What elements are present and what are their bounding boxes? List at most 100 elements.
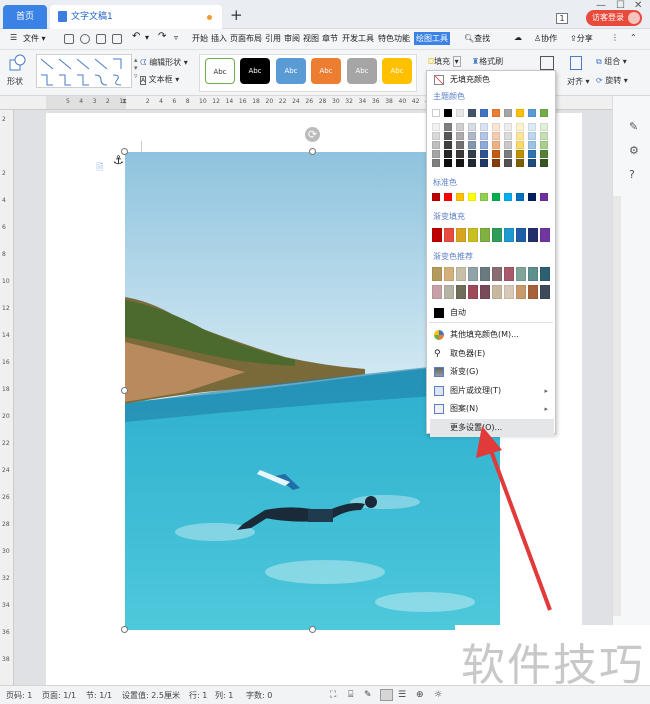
collab-button[interactable]: ♙协作 — [534, 33, 557, 44]
gradient-recommend-swatch[interactable] — [528, 285, 538, 299]
align-icon[interactable] — [570, 56, 582, 70]
shape-icon[interactable] — [8, 54, 28, 72]
menu-insert[interactable]: 插入 — [211, 33, 227, 44]
theme-shade-swatch[interactable] — [504, 150, 512, 158]
theme-shade-swatch[interactable] — [456, 141, 464, 149]
theme-shade-swatch[interactable] — [504, 141, 512, 149]
gradient-recommend-swatch[interactable] — [516, 267, 526, 281]
theme-shade-swatch[interactable] — [456, 159, 464, 167]
theme-shade-swatch[interactable] — [480, 132, 488, 140]
theme-shade-swatch[interactable] — [432, 141, 440, 149]
theme-shade-swatch[interactable] — [492, 150, 500, 158]
menu-section[interactable]: 章节 — [322, 33, 338, 44]
standard-color-swatch[interactable] — [504, 193, 512, 201]
no-fill-item[interactable]: 无填充颜色 — [430, 71, 554, 89]
menu-special[interactable]: 特色功能 — [378, 33, 410, 44]
style-sample-6[interactable]: Abc — [382, 58, 412, 84]
print-preview-icon[interactable] — [112, 34, 122, 44]
gradient-recommend-swatch[interactable] — [504, 267, 514, 281]
gradient-recommend-swatch[interactable] — [528, 267, 538, 281]
gradient-recommend-swatch[interactable] — [492, 267, 502, 281]
gradient-recommend-swatch[interactable] — [444, 267, 454, 281]
gradient-fill-swatch[interactable] — [516, 228, 526, 242]
menu-item-5[interactable]: 图案(N) ▸ — [430, 400, 554, 418]
theme-shade-swatch[interactable] — [504, 123, 512, 131]
gradient-fill-swatch[interactable] — [456, 228, 466, 242]
theme-shade-swatch[interactable] — [468, 159, 476, 167]
auto-color-item[interactable]: 自动 — [430, 304, 554, 322]
theme-shade-swatch[interactable] — [468, 141, 476, 149]
theme-color-swatch[interactable] — [456, 109, 464, 117]
export-pdf-icon[interactable] — [80, 34, 90, 44]
style-sample-1[interactable]: Abc — [205, 58, 235, 84]
cloud-icon[interactable]: ☁ — [514, 33, 522, 42]
status-words[interactable]: 字数: 0 — [246, 690, 272, 701]
redo-icon[interactable]: ↷ — [158, 31, 166, 42]
web-view-icon[interactable]: ⊕ — [416, 690, 424, 700]
theme-shade-swatch[interactable] — [432, 159, 440, 167]
gradient-recommend-swatch[interactable] — [480, 285, 490, 299]
theme-shade-swatch[interactable] — [528, 132, 536, 140]
gradient-recommend-swatch[interactable] — [540, 267, 550, 281]
shape-label[interactable]: 形状 — [7, 76, 23, 87]
status-col[interactable]: 列: 1 — [215, 690, 233, 701]
gradient-recommend-swatch[interactable] — [456, 285, 466, 299]
gradient-recommend-swatch[interactable] — [432, 285, 442, 299]
window-count-badge[interactable]: 1 — [556, 13, 568, 24]
vertical-scrollbar[interactable] — [613, 196, 621, 616]
gradient-recommend-swatch[interactable] — [480, 267, 490, 281]
share-button[interactable]: ⇪分享 — [570, 33, 593, 44]
theme-shade-swatch[interactable] — [528, 141, 536, 149]
theme-color-swatch[interactable] — [516, 109, 524, 117]
status-setting[interactable]: 设置值: 2.5厘米 — [122, 690, 180, 701]
style-sample-4[interactable]: Abc — [311, 58, 341, 84]
rotate-handle-icon[interactable]: ⟳ — [305, 127, 320, 142]
theme-shade-swatch[interactable] — [492, 159, 500, 167]
standard-color-swatch[interactable] — [492, 193, 500, 201]
theme-shade-swatch[interactable] — [468, 150, 476, 158]
theme-shade-swatch[interactable] — [480, 150, 488, 158]
theme-shade-swatch[interactable] — [516, 150, 524, 158]
theme-shade-swatch[interactable] — [432, 123, 440, 131]
gradient-recommend-swatch[interactable] — [540, 285, 550, 299]
file-menu[interactable]: 文件 ▾ — [23, 33, 46, 44]
theme-shade-swatch[interactable] — [468, 123, 476, 131]
tab-document[interactable]: 文字文稿1 — [50, 5, 222, 29]
theme-shade-swatch[interactable] — [540, 150, 548, 158]
gradient-fill-swatch[interactable] — [540, 228, 550, 242]
menu-references[interactable]: 引用 — [265, 33, 281, 44]
standard-color-swatch[interactable] — [432, 193, 440, 201]
style-sample-2[interactable]: Abc — [240, 58, 270, 84]
gradient-recommend-swatch[interactable] — [504, 285, 514, 299]
search-button[interactable]: 🔍︎查找 — [464, 33, 490, 44]
align-button[interactable]: 对齐 ▾ — [567, 76, 590, 87]
standard-color-swatch[interactable] — [480, 193, 488, 201]
theme-color-swatch[interactable] — [468, 109, 476, 117]
menu-item-4[interactable]: 图片或纹理(T) ▸ — [430, 382, 554, 400]
standard-color-swatch[interactable] — [456, 193, 464, 201]
gradient-fill-swatch[interactable] — [468, 228, 478, 242]
shape-gallery[interactable] — [36, 54, 132, 88]
status-section[interactable]: 节: 1/1 — [86, 690, 112, 701]
style-sample-3[interactable]: Abc — [276, 58, 306, 84]
write-mode-icon[interactable]: ✎ — [364, 690, 372, 700]
theme-shade-swatch[interactable] — [456, 150, 464, 158]
quick-access-dropdown-icon[interactable]: ▿ — [174, 33, 178, 42]
indent-marker-icon[interactable]: ⧗ — [122, 97, 127, 106]
theme-shade-swatch[interactable] — [516, 159, 524, 167]
undo-icon[interactable]: ↶ — [132, 31, 140, 42]
menu-icon[interactable]: ☰ — [10, 33, 17, 42]
theme-shade-swatch[interactable] — [444, 150, 452, 158]
menu-page-layout[interactable]: 页面布局 — [230, 33, 262, 44]
layout-icon[interactable] — [540, 56, 554, 70]
theme-shade-swatch[interactable] — [528, 123, 536, 131]
gradient-fill-swatch[interactable] — [432, 228, 442, 242]
menu-item-1[interactable]: 其他填充颜色(M)... — [430, 326, 554, 344]
theme-shade-swatch[interactable] — [540, 123, 548, 131]
vertical-ruler[interactable]: 2 2 4 6 8 10 12 14 16 18 20 22 24 26 28 30 32 34 36 38 — [0, 110, 14, 685]
gradient-recommend-swatch[interactable] — [444, 285, 454, 299]
new-tab-icon[interactable]: + — [230, 6, 243, 24]
theme-shade-swatch[interactable] — [516, 132, 524, 140]
theme-shade-swatch[interactable] — [504, 132, 512, 140]
theme-shade-swatch[interactable] — [444, 132, 452, 140]
